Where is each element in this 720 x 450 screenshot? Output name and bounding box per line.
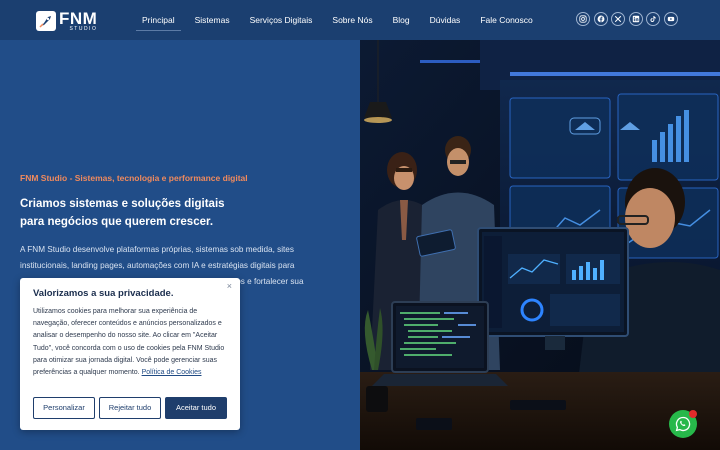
x-icon[interactable] bbox=[611, 12, 626, 26]
hero-headline-line-1: Criamos sistemas e soluções digitais bbox=[20, 198, 225, 210]
cookie-title: Valorizamos a sua privacidade. bbox=[33, 288, 174, 299]
site-header: FNM STUDIO Principal Sistemas Serviços D… bbox=[0, 0, 720, 40]
personalize-button[interactable]: Personalizar bbox=[33, 397, 95, 419]
nav-principal[interactable]: Principal bbox=[132, 0, 185, 40]
hero-image bbox=[360, 40, 720, 450]
hero-description-line-2: institucionais, landing pages, automaçõe… bbox=[20, 261, 295, 270]
cookie-policy-link[interactable]: Política de Cookies bbox=[142, 369, 202, 376]
cookie-description: Utilizamos cookies para melhorar sua exp… bbox=[33, 308, 225, 377]
brand-logo[interactable]: FNM STUDIO bbox=[36, 10, 97, 32]
accept-all-button[interactable]: Aceitar tudo bbox=[165, 397, 227, 419]
youtube-icon[interactable] bbox=[663, 12, 678, 26]
facebook-icon[interactable] bbox=[593, 12, 608, 26]
nav-sistemas[interactable]: Sistemas bbox=[185, 0, 240, 40]
nav-sobre-nos[interactable]: Sobre Nós bbox=[322, 0, 382, 40]
nav-duvidas[interactable]: Dúvidas bbox=[420, 0, 471, 40]
nav-servicos-digitais[interactable]: Serviços Digitais bbox=[240, 0, 323, 40]
social-links bbox=[576, 12, 682, 26]
hero-kicker: FNM Studio - Sistemas, tecnologia e perf… bbox=[20, 173, 248, 183]
hero-headline: Criamos sistemas e soluções digitais par… bbox=[20, 195, 340, 231]
hero-headline-line-2: para negócios que querem crescer. bbox=[20, 216, 214, 228]
whatsapp-icon bbox=[675, 416, 691, 432]
main-nav: Principal Sistemas Serviços Digitais Sob… bbox=[132, 0, 543, 40]
instagram-icon[interactable] bbox=[576, 12, 590, 26]
linkedin-icon[interactable] bbox=[628, 12, 643, 26]
cookie-banner: Valorizamos a sua privacidade. × Utiliza… bbox=[20, 278, 240, 430]
hero-description-line-1: A FNM Studio desenvolve plataformas próp… bbox=[20, 245, 294, 254]
nav-blog[interactable]: Blog bbox=[383, 0, 420, 40]
notification-badge bbox=[689, 410, 697, 418]
nav-fale-conosco[interactable]: Fale Conosco bbox=[470, 0, 542, 40]
rocket-logo-icon bbox=[36, 11, 56, 31]
tiktok-icon[interactable] bbox=[646, 12, 661, 26]
close-icon[interactable]: × bbox=[227, 281, 232, 291]
cookie-text: Utilizamos cookies para melhorar sua exp… bbox=[33, 306, 231, 379]
reject-all-button[interactable]: Rejeitar tudo bbox=[99, 397, 161, 419]
